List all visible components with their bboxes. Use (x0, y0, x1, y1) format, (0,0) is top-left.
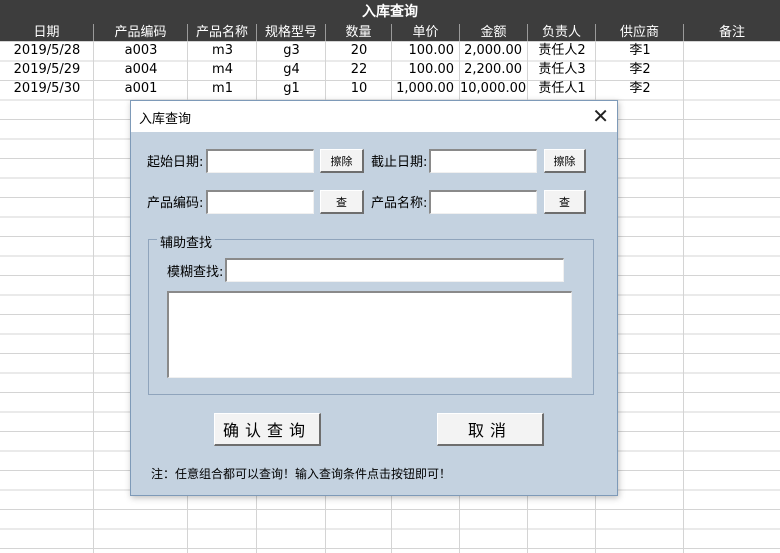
start-date-label: 起始日期: (147, 155, 204, 170)
cell-name[interactable]: m3 (188, 41, 257, 60)
close-icon[interactable]: ✕ (592, 104, 609, 128)
cell-name[interactable]: m1 (188, 79, 257, 98)
dialog-title: 入库查询 (139, 112, 192, 127)
cell-owner[interactable]: 责任人1 (528, 79, 596, 98)
cell-name[interactable]: m4 (188, 60, 257, 79)
column-header-row: 日期 产品编码 产品名称 规格型号 数量 单价 金额 负责人 供应商 备注 (0, 24, 780, 41)
cell-date[interactable]: 2019/5/28 (0, 41, 94, 60)
search-results-list[interactable] (167, 291, 572, 378)
cell-spec[interactable]: g1 (257, 79, 326, 98)
query-dialog: 入库查询 ✕ 起始日期: 擦除 截止日期: 擦除 产品编码: 查 产品名称: 查… (130, 100, 618, 496)
table-row: 2019/5/29 a004 m4 g4 22 100.00 2,200.00 … (0, 60, 780, 79)
confirm-query-button[interactable]: 确认查询 (214, 413, 321, 446)
product-name-input[interactable] (429, 190, 537, 214)
cell-price[interactable]: 1,000.00 (392, 79, 460, 98)
cell-supplier[interactable]: 李2 (596, 79, 684, 98)
cell-code[interactable]: a001 (94, 79, 188, 98)
end-date-label: 截止日期: (371, 155, 428, 170)
fuzzy-search-label: 模糊查找: (167, 265, 224, 280)
cell-date[interactable]: 2019/5/29 (0, 60, 94, 79)
grid-divider (683, 41, 684, 553)
cell-owner[interactable]: 责任人2 (528, 41, 596, 60)
cell-supplier[interactable]: 李1 (596, 41, 684, 60)
cell-amount[interactable]: 2,200.00 (460, 60, 528, 79)
search-name-button[interactable]: 查 (544, 190, 586, 214)
cell-supplier[interactable]: 李2 (596, 60, 684, 79)
cancel-button[interactable]: 取消 (437, 413, 544, 446)
cell-code[interactable]: a004 (94, 60, 188, 79)
cell-remark[interactable] (684, 79, 780, 98)
col-header-date[interactable]: 日期 (0, 24, 94, 41)
product-name-label: 产品名称: (371, 196, 428, 211)
product-code-input[interactable] (206, 190, 314, 214)
cell-amount[interactable]: 10,000.00 (460, 79, 528, 98)
col-header-name[interactable]: 产品名称 (188, 24, 257, 41)
cell-spec[interactable]: g4 (257, 60, 326, 79)
search-code-button[interactable]: 查 (320, 190, 364, 214)
cell-qty[interactable]: 20 (326, 41, 392, 60)
cell-code[interactable]: a003 (94, 41, 188, 60)
clear-start-date-button[interactable]: 擦除 (320, 149, 364, 173)
col-header-code[interactable]: 产品编码 (94, 24, 188, 41)
col-header-price[interactable]: 单价 (392, 24, 460, 41)
col-header-spec[interactable]: 规格型号 (257, 24, 326, 41)
cell-date[interactable]: 2019/5/30 (0, 79, 94, 98)
col-header-owner[interactable]: 负责人 (528, 24, 596, 41)
col-header-supplier[interactable]: 供应商 (596, 24, 684, 41)
cell-qty[interactable]: 10 (326, 79, 392, 98)
cell-remark[interactable] (684, 41, 780, 60)
dialog-titlebar[interactable]: 入库查询 ✕ (131, 101, 617, 132)
col-header-amount[interactable]: 金额 (460, 24, 528, 41)
cell-qty[interactable]: 22 (326, 60, 392, 79)
clear-end-date-button[interactable]: 擦除 (544, 149, 586, 173)
cell-amount[interactable]: 2,000.00 (460, 41, 528, 60)
cell-price[interactable]: 100.00 (392, 41, 460, 60)
fuzzy-search-input[interactable] (225, 258, 564, 282)
cell-price[interactable]: 100.00 (392, 60, 460, 79)
col-header-remark[interactable]: 备注 (684, 24, 780, 41)
cell-owner[interactable]: 责任人3 (528, 60, 596, 79)
cell-spec[interactable]: g3 (257, 41, 326, 60)
assist-search-title: 辅助查找 (157, 232, 216, 251)
sheet-title: 入库查询 (0, 0, 780, 24)
grid-divider (93, 41, 94, 553)
table-row: 2019/5/28 a003 m3 g3 20 100.00 2,000.00 … (0, 41, 780, 60)
cell-remark[interactable] (684, 60, 780, 79)
product-code-label: 产品编码: (147, 196, 204, 211)
table-row: 2019/5/30 a001 m1 g1 10 1,000.00 10,000.… (0, 79, 780, 98)
col-header-qty[interactable]: 数量 (326, 24, 392, 41)
hint-note: 注：任意组合都可以查询！输入查询条件点击按钮即可！ (151, 467, 452, 481)
start-date-input[interactable] (206, 149, 314, 173)
end-date-input[interactable] (429, 149, 537, 173)
